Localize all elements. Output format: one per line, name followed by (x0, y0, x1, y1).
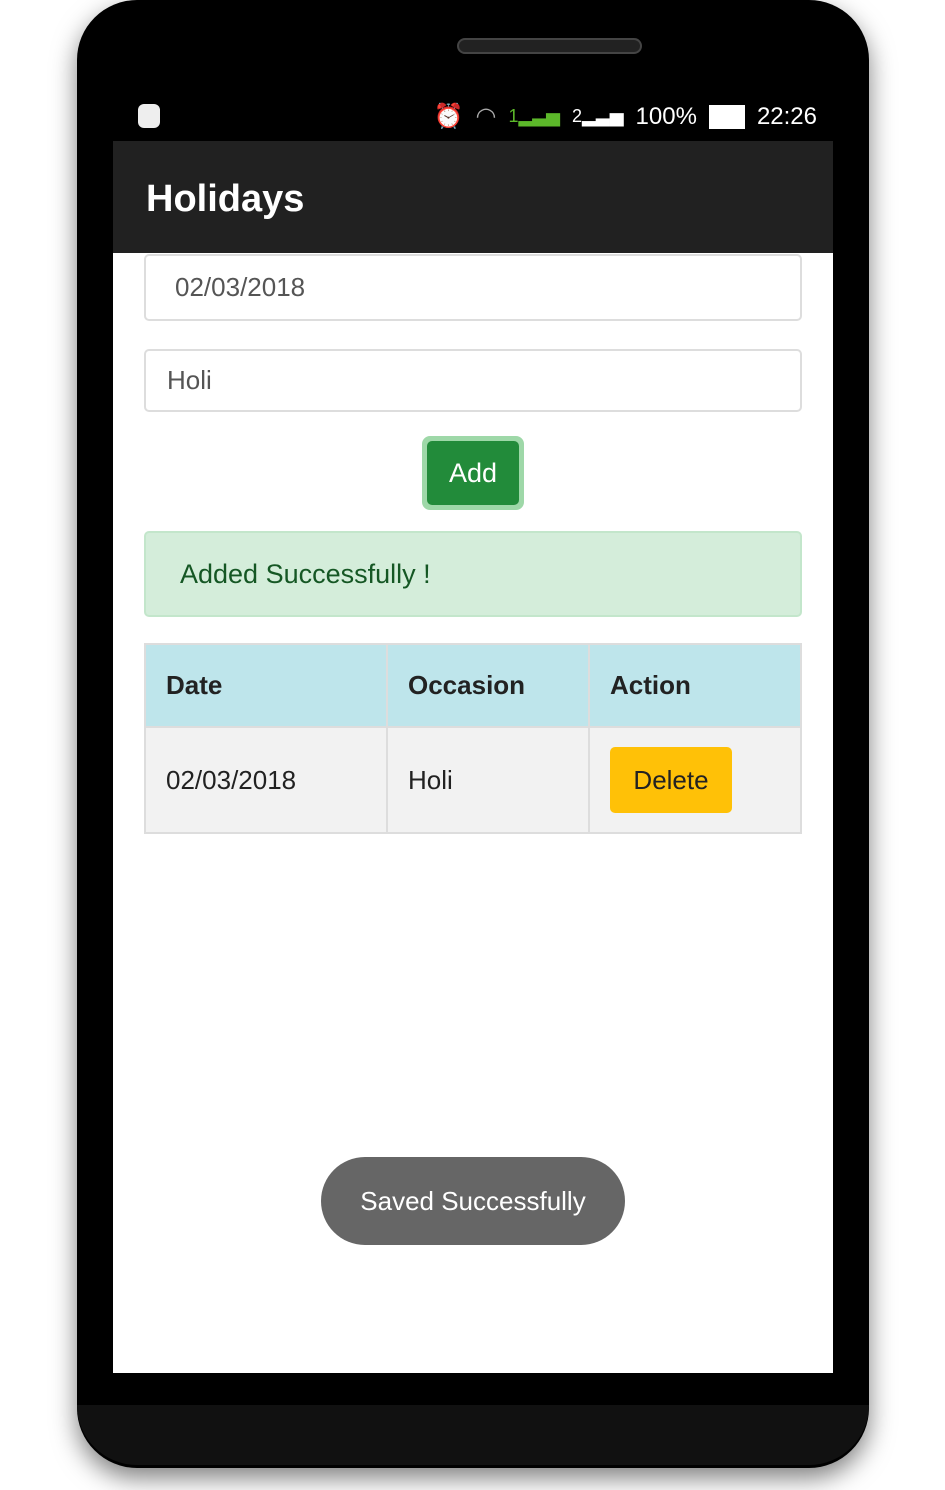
alarm-icon: ⏰ (433, 103, 464, 130)
android-icon (138, 104, 160, 128)
cell-date: 02/03/2018 (144, 726, 388, 834)
header-action: Action (588, 643, 802, 728)
table-row: 02/03/2018 Holi Delete (144, 726, 802, 834)
table-header: Date Occasion Action (144, 643, 802, 728)
speaker (457, 38, 642, 54)
cell-action: Delete (588, 726, 802, 834)
app-bar: Holidays (113, 141, 833, 253)
header-date: Date (144, 643, 388, 728)
cell-occasion: Holi (386, 726, 590, 834)
add-button[interactable]: Add (422, 436, 524, 510)
battery-icon (708, 104, 745, 129)
status-bar: ⏰ ◠ 1▂▃▅ 2▂▃▅ 100% 22:26 (113, 88, 833, 141)
alert-message: Added Successfully ! (180, 559, 431, 589)
sim1-signal-icon: 1▂▃▅ (508, 106, 560, 126)
toast: Saved Successfully (321, 1157, 625, 1245)
header-occasion: Occasion (386, 643, 590, 728)
holidays-table: Date Occasion Action 02/03/2018 Holi Del… (144, 643, 802, 834)
occasion-input[interactable]: Holi (144, 349, 802, 412)
screen: ⏰ ◠ 1▂▃▅ 2▂▃▅ 100% 22:26 Holidays 02/03/… (113, 88, 833, 1373)
page-title: Holidays (146, 178, 305, 220)
delete-button[interactable]: Delete (610, 747, 732, 813)
sim2-signal-icon: 2▂▃▅ (572, 106, 624, 126)
wifi-icon: ◠ (475, 103, 497, 130)
battery-level: 100% (635, 102, 697, 130)
date-input[interactable]: 02/03/2018 (144, 254, 802, 321)
clock: 22:26 (756, 102, 817, 130)
phone-chin (77, 1405, 869, 1465)
success-alert: Added Successfully ! (144, 531, 802, 617)
add-label: Add (427, 441, 519, 505)
